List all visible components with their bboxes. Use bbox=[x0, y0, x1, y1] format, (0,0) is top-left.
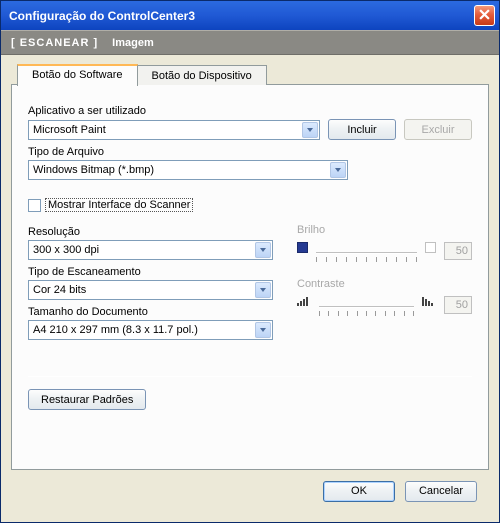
cancel-button[interactable]: Cancelar bbox=[405, 481, 477, 502]
tab-strip: Botão do Software Botão do Dispositivo bbox=[17, 63, 267, 85]
chevron-down-icon bbox=[255, 282, 271, 298]
label-contrast: Contraste bbox=[297, 278, 472, 290]
close-icon bbox=[479, 9, 490, 23]
exclude-button: Excluir bbox=[404, 119, 472, 140]
filetype-value: Windows Bitmap (*.bmp) bbox=[33, 164, 345, 176]
application-select[interactable]: Microsoft Paint bbox=[28, 120, 320, 140]
scantype-value: Cor 24 bits bbox=[33, 284, 270, 296]
chevron-down-icon bbox=[330, 162, 346, 178]
scantype-select[interactable]: Cor 24 bits bbox=[28, 280, 273, 300]
resolution-select[interactable]: 300 x 300 dpi bbox=[28, 240, 273, 260]
resolution-value: 300 x 300 dpi bbox=[33, 244, 270, 256]
label-docsize: Tamanho do Documento bbox=[28, 306, 273, 318]
dialog-footer: OK Cancelar bbox=[11, 474, 489, 508]
checkbox-box[interactable] bbox=[28, 199, 41, 212]
contrast-value: 50 bbox=[444, 296, 472, 314]
docsize-value: A4 210 x 297 mm (8.3 x 11.7 pol.) bbox=[33, 324, 270, 336]
tab-software-button[interactable]: Botão do Software bbox=[17, 64, 138, 86]
separator bbox=[28, 376, 472, 377]
close-button[interactable] bbox=[474, 5, 495, 26]
brightness-slider[interactable] bbox=[316, 242, 417, 264]
brightness-dark-icon bbox=[297, 242, 308, 253]
show-scanner-interface-checkbox[interactable]: Mostrar Interface do Scanner bbox=[28, 198, 472, 212]
titlebar[interactable]: Configuração do ControlCenter3 bbox=[1, 1, 499, 30]
brightness-group: Brilho 50 bbox=[297, 224, 472, 264]
chevron-down-icon bbox=[255, 322, 271, 338]
contrast-slider[interactable] bbox=[319, 296, 414, 318]
window-title: Configuração do ControlCenter3 bbox=[9, 9, 474, 23]
tab-device-button[interactable]: Botão do Dispositivo bbox=[138, 65, 267, 85]
mode-label: Imagem bbox=[112, 37, 154, 49]
section-header: [ ESCANEAR ] Imagem bbox=[1, 30, 499, 55]
brightness-light-icon bbox=[425, 242, 436, 253]
dialog-window: Configuração do ControlCenter3 [ ESCANEA… bbox=[0, 0, 500, 523]
ok-button[interactable]: OK bbox=[323, 481, 395, 502]
chevron-down-icon bbox=[302, 122, 318, 138]
label-brightness: Brilho bbox=[297, 224, 472, 236]
docsize-select[interactable]: A4 210 x 297 mm (8.3 x 11.7 pol.) bbox=[28, 320, 273, 340]
label-scantype: Tipo de Escaneamento bbox=[28, 266, 273, 278]
checkbox-label: Mostrar Interface do Scanner bbox=[45, 198, 193, 212]
contrast-group: Contraste 50 bbox=[297, 278, 472, 318]
application-value: Microsoft Paint bbox=[33, 124, 317, 136]
contrast-low-icon bbox=[297, 296, 311, 306]
label-application: Aplicativo a ser utilizado bbox=[28, 105, 472, 117]
filetype-select[interactable]: Windows Bitmap (*.bmp) bbox=[28, 160, 348, 180]
restore-defaults-button[interactable]: Restaurar Padrões bbox=[28, 389, 146, 410]
tab-device-label: Botão do Dispositivo bbox=[152, 70, 252, 82]
tab-software-label: Botão do Software bbox=[32, 69, 123, 81]
brightness-value: 50 bbox=[444, 242, 472, 260]
scan-label: [ ESCANEAR ] bbox=[11, 37, 98, 49]
include-button[interactable]: Incluir bbox=[328, 119, 396, 140]
contrast-high-icon bbox=[422, 296, 436, 306]
label-resolution: Resolução bbox=[28, 226, 273, 238]
chevron-down-icon bbox=[255, 242, 271, 258]
tab-panel-software: Aplicativo a ser utilizado Microsoft Pai… bbox=[11, 84, 489, 470]
label-filetype: Tipo de Arquivo bbox=[28, 146, 472, 158]
